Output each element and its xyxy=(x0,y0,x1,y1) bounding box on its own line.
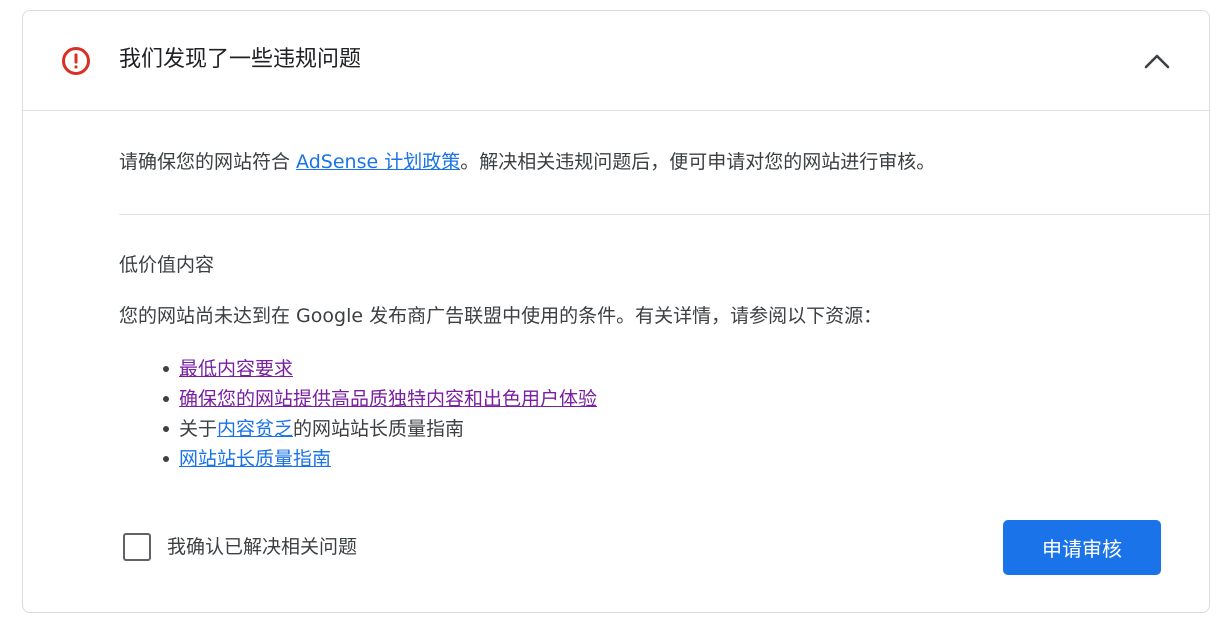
list-item: 最低内容要求 xyxy=(163,354,597,384)
list-item: 确保您的网站提供高品质独特内容和出色用户体验 xyxy=(163,384,597,414)
divider xyxy=(119,214,1209,215)
chevron-up-icon xyxy=(1144,54,1170,69)
bullet xyxy=(163,366,169,372)
resource-list: 最低内容要求 确保您的网站提供高品质独特内容和出色用户体验 关于内容贫乏的网站站… xyxy=(163,354,597,474)
bullet xyxy=(163,456,169,462)
min-content-requirements-link[interactable]: 最低内容要求 xyxy=(179,358,293,380)
thin-content-link[interactable]: 内容贫乏 xyxy=(217,418,293,440)
list-item: 网站站长质量指南 xyxy=(163,444,597,474)
error-circle-icon xyxy=(61,46,91,76)
bullet xyxy=(163,426,169,432)
confirm-checkbox[interactable] xyxy=(123,533,151,561)
request-review-button[interactable]: 申请审核 xyxy=(1003,520,1161,575)
intro-text: 请确保您的网站符合 AdSense 计划政策。解决相关违规问题后，便可申请对您的… xyxy=(119,151,936,173)
confirm-checkbox-label: 我确认已解决相关问题 xyxy=(167,536,358,558)
quality-content-link[interactable]: 确保您的网站提供高品质独特内容和出色用户体验 xyxy=(179,388,597,410)
violation-title: 低价值内容 xyxy=(119,254,215,276)
adsense-policy-link[interactable]: AdSense 计划政策 xyxy=(296,151,460,173)
card-header[interactable]: 我们发现了一些违规问题 xyxy=(23,11,1209,111)
collapse-button[interactable] xyxy=(1141,45,1173,77)
webmaster-guidelines-link[interactable]: 网站站长质量指南 xyxy=(179,448,331,470)
card-title: 我们发现了一些违规问题 xyxy=(119,47,362,72)
confirm-checkbox-row[interactable]: 我确认已解决相关问题 xyxy=(123,532,357,562)
policy-violation-card: 我们发现了一些违规问题 请确保您的网站符合 AdSense 计划政策。解决相关违… xyxy=(22,10,1210,613)
list-item: 关于内容贫乏的网站站长质量指南 xyxy=(163,414,597,444)
violation-description: 您的网站尚未达到在 Google 发布商广告联盟中使用的条件。有关详情，请参阅以… xyxy=(119,305,883,327)
bullet xyxy=(163,396,169,402)
